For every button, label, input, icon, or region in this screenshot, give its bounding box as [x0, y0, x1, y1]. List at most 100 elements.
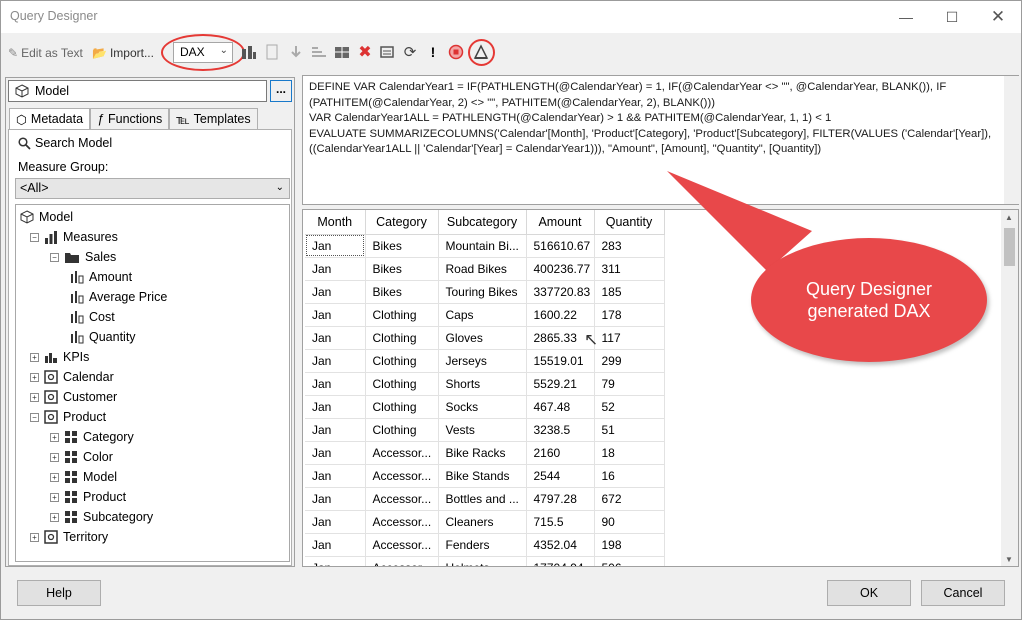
- show-empty-cells-icon[interactable]: [264, 44, 280, 60]
- column-header[interactable]: Month: [305, 210, 366, 235]
- table-row[interactable]: Jan Clothing Gloves 2865.33 117: [305, 326, 665, 350]
- tree-node[interactable]: + Calendar: [30, 367, 114, 387]
- expand-icon[interactable]: +: [30, 372, 39, 382]
- editor-scrollbar[interactable]: [1004, 76, 1019, 204]
- table-cell[interactable]: Bikes: [365, 257, 439, 281]
- table-row[interactable]: Jan Clothing Jerseys 15519.01 299: [305, 349, 665, 373]
- column-header[interactable]: Subcategory: [438, 210, 527, 235]
- table-cell[interactable]: 198: [594, 533, 665, 557]
- table-row[interactable]: Jan Clothing Socks 467.48 52: [305, 395, 665, 419]
- table-cell[interactable]: 467.48: [526, 395, 595, 419]
- table-row[interactable]: Jan Accessor... Bottles and ... 4797.28 672: [305, 487, 665, 511]
- tab-templates[interactable]: ℡ Templates: [169, 108, 258, 129]
- table-cell[interactable]: Jan: [305, 556, 366, 566]
- table-cell[interactable]: 1600.22: [526, 303, 595, 327]
- table-cell[interactable]: Jan: [305, 234, 366, 258]
- table-cell[interactable]: Fenders: [438, 533, 527, 557]
- table-cell[interactable]: 672: [594, 487, 665, 511]
- tree-node[interactable]: + Customer: [30, 387, 117, 407]
- table-cell[interactable]: Bikes: [365, 234, 439, 258]
- table-cell[interactable]: 337720.83: [526, 280, 595, 304]
- table-cell[interactable]: Cleaners: [438, 510, 527, 534]
- table-cell[interactable]: Jan: [305, 441, 366, 465]
- scroll-thumb[interactable]: [1004, 228, 1015, 266]
- cancel-query-icon[interactable]: [448, 44, 464, 60]
- tree-node[interactable]: + Model: [50, 467, 117, 487]
- table-cell[interactable]: 79: [594, 372, 665, 396]
- table-cell[interactable]: Clothing: [365, 303, 439, 327]
- cancel-button[interactable]: Cancel: [921, 580, 1005, 606]
- select-model-button[interactable]: ...: [270, 80, 292, 102]
- model-selector[interactable]: Model: [8, 80, 267, 102]
- results-scrollbar[interactable]: ▲ ▼: [1001, 210, 1018, 566]
- table-row[interactable]: Jan Clothing Vests 3238.5 51: [305, 418, 665, 442]
- table-row[interactable]: Jan Accessor... Cleaners 715.5 90: [305, 510, 665, 534]
- table-cell[interactable]: 2544: [526, 464, 595, 488]
- table-cell[interactable]: Mountain Bi...: [438, 234, 527, 258]
- column-header[interactable]: Category: [365, 210, 439, 235]
- table-cell[interactable]: 400236.77: [526, 257, 595, 281]
- table-cell[interactable]: Jan: [305, 257, 366, 281]
- table-cell[interactable]: 4352.04: [526, 533, 595, 557]
- tab-functions[interactable]: ƒ Functions: [90, 108, 170, 129]
- ok-button[interactable]: OK: [827, 580, 911, 606]
- table-cell[interactable]: Bikes: [365, 280, 439, 304]
- table-cell[interactable]: Gloves: [438, 326, 527, 350]
- minimize-icon[interactable]: —: [883, 1, 929, 33]
- query-parameters-icon[interactable]: [379, 44, 395, 60]
- table-cell[interactable]: Jan: [305, 326, 366, 350]
- expand-icon[interactable]: +: [30, 532, 39, 542]
- table-cell[interactable]: Jan: [305, 349, 366, 373]
- auto-execute-icon[interactable]: [288, 44, 304, 60]
- tree-node[interactable]: + KPIs: [30, 347, 89, 367]
- tree-node[interactable]: Model: [20, 207, 73, 227]
- expand-icon[interactable]: +: [30, 352, 39, 362]
- table-cell[interactable]: Jan: [305, 280, 366, 304]
- table-cell[interactable]: Jan: [305, 533, 366, 557]
- close-icon[interactable]: ✕: [975, 1, 1021, 33]
- edit-as-text-button[interactable]: ✎ Edit as Text: [8, 44, 83, 62]
- grid-icon[interactable]: [334, 44, 350, 60]
- tree-node[interactable]: + Product: [50, 487, 126, 507]
- table-cell[interactable]: Clothing: [365, 372, 439, 396]
- column-header[interactable]: Quantity: [594, 210, 665, 235]
- delete-icon[interactable]: ✖: [357, 44, 373, 61]
- execute-query-icon[interactable]: !: [425, 44, 441, 60]
- table-cell[interactable]: Clothing: [365, 418, 439, 442]
- tree-node[interactable]: + Territory: [30, 527, 108, 547]
- table-cell[interactable]: Jan: [305, 372, 366, 396]
- table-cell[interactable]: 516610.67: [526, 234, 595, 258]
- tree-node[interactable]: Amount: [70, 267, 132, 287]
- table-cell[interactable]: Jerseys: [438, 349, 527, 373]
- expand-icon[interactable]: +: [50, 472, 59, 482]
- table-cell[interactable]: 2160: [526, 441, 595, 465]
- table-row[interactable]: Jan Bikes Road Bikes 400236.77 311: [305, 257, 665, 281]
- table-cell[interactable]: 311: [594, 257, 665, 281]
- refresh-icon[interactable]: ⟳: [402, 44, 418, 61]
- tree-node[interactable]: + Category: [50, 427, 134, 447]
- expand-icon[interactable]: +: [30, 392, 39, 402]
- table-cell[interactable]: Jan: [305, 303, 366, 327]
- expand-icon[interactable]: +: [50, 432, 59, 442]
- table-cell[interactable]: 715.5: [526, 510, 595, 534]
- dax-query-text[interactable]: DEFINE VAR CalendarYear1 = IF(PATHLENGTH…: [309, 80, 999, 158]
- measure-group-select[interactable]: <All> ⌄: [15, 178, 290, 199]
- table-cell[interactable]: 299: [594, 349, 665, 373]
- table-cell[interactable]: 18: [594, 441, 665, 465]
- column-header[interactable]: Amount: [526, 210, 595, 235]
- table-cell[interactable]: Accessor...: [365, 487, 439, 511]
- maximize-icon[interactable]: ☐: [929, 1, 975, 33]
- table-cell[interactable]: Accessor...: [365, 556, 439, 566]
- table-cell[interactable]: Clothing: [365, 395, 439, 419]
- show-aggregates-icon[interactable]: [311, 44, 327, 60]
- table-cell[interactable]: Bike Racks: [438, 441, 527, 465]
- table-cell[interactable]: 52: [594, 395, 665, 419]
- table-cell[interactable]: Clothing: [365, 326, 439, 350]
- table-cell[interactable]: 178: [594, 303, 665, 327]
- tree-node[interactable]: Average Price: [70, 287, 167, 307]
- table-cell[interactable]: Jan: [305, 418, 366, 442]
- table-row[interactable]: Jan Accessor... Fenders 4352.04 198: [305, 533, 665, 557]
- search-model-input[interactable]: Search Model: [14, 133, 290, 153]
- table-row[interactable]: Jan Bikes Mountain Bi... 516610.67 283: [305, 234, 665, 258]
- collapse-icon[interactable]: −: [30, 232, 39, 242]
